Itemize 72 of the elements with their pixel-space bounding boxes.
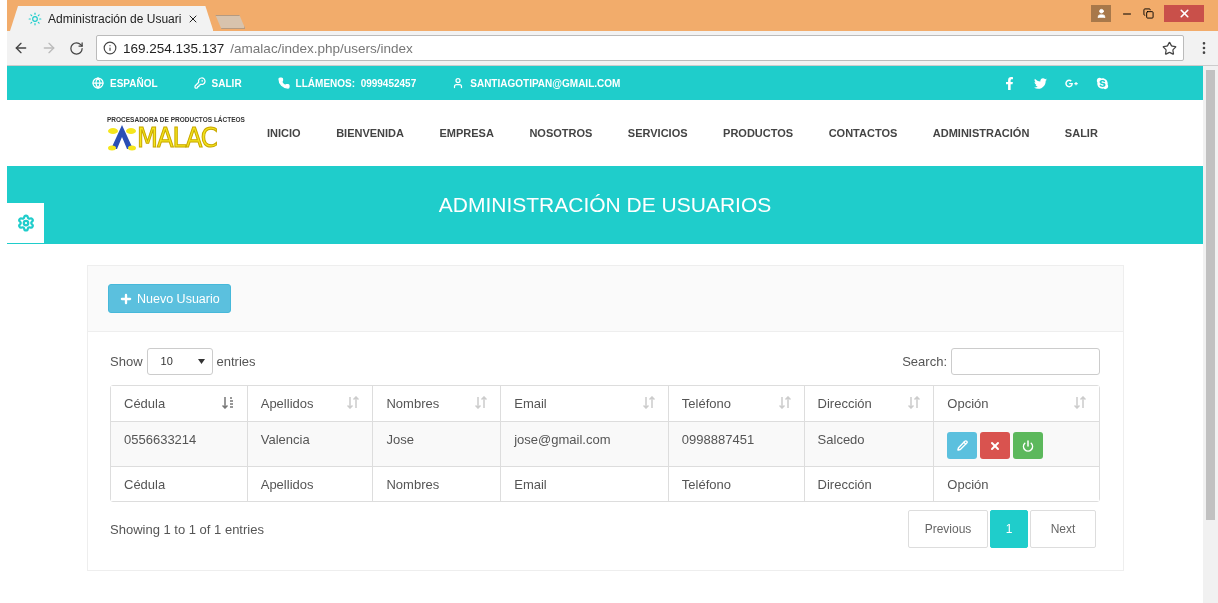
sort-icon [221, 396, 234, 409]
address-bar[interactable]: 169.254.135.137 /amalac/index.php/users/index [96, 35, 1184, 61]
table-cell: jose@gmail.com [514, 432, 611, 447]
table-cell: 0998887451 [681, 432, 755, 447]
sort-icon [347, 396, 360, 409]
sort-icon [1074, 396, 1086, 409]
settings-tab[interactable] [7, 203, 44, 243]
page-title: ADMINISTRACIÓN DE USUARIOS [438, 193, 772, 217]
restore-icon[interactable] [1143, 8, 1154, 19]
column-footer: Opción [947, 477, 989, 492]
previous-button[interactable]: Previous [908, 510, 988, 548]
column-footer: Cédula [124, 477, 166, 492]
column-header[interactable]: Cédula [111, 386, 247, 421]
settings-icon [16, 214, 35, 232]
close-icon [1177, 7, 1191, 20]
nav-link[interactable]: EMPRESA [439, 127, 494, 139]
table-cell: 0556633214 [124, 432, 197, 447]
skype-icon[interactable] [1096, 76, 1109, 90]
table-cell: Valencia [260, 432, 310, 447]
nav-link[interactable]: INICIO [267, 127, 301, 139]
power-icon [1022, 439, 1035, 452]
sort-icon [908, 396, 921, 409]
caret-icon [197, 358, 205, 364]
new-tab-button[interactable] [215, 15, 246, 29]
reload-icon[interactable] [69, 40, 84, 56]
entries-label: entries [216, 353, 256, 369]
person-icon [1095, 8, 1107, 19]
back-icon[interactable] [13, 40, 29, 56]
nav-link[interactable]: ADMINISTRACIÓN [932, 127, 1030, 139]
column-footer: Email [514, 477, 547, 492]
nav-link[interactable]: SERVICIOS [627, 127, 688, 139]
info-icon [103, 41, 117, 55]
table-info: Showing 1 to 1 of 1 entries [110, 521, 264, 537]
globe-icon [92, 77, 104, 89]
sort-icon [778, 396, 791, 409]
table-cell: Salcedo [817, 432, 865, 447]
cross-icon [989, 439, 1002, 452]
search-label: Search: [902, 353, 947, 369]
power-button[interactable] [1013, 432, 1044, 459]
column-footer: Apellidos [260, 477, 314, 492]
pencil-icon [956, 440, 968, 451]
edit-button[interactable] [947, 432, 978, 459]
nav-link[interactable]: NOSOTROS [529, 127, 593, 139]
plus-icon [119, 291, 133, 306]
browser-tab[interactable]: Administración de Usuari [10, 6, 214, 31]
nav-link[interactable]: SALIR [1064, 127, 1098, 139]
phone-icon [277, 77, 290, 89]
show-label: Show [110, 353, 143, 369]
delete-button[interactable] [980, 432, 1011, 459]
sort-icon [642, 396, 655, 409]
forward-icon[interactable] [41, 40, 57, 56]
facebook-icon[interactable] [1003, 76, 1016, 90]
next-button[interactable]: Next [1030, 510, 1096, 548]
nav-link[interactable]: PRODUCTOS [723, 127, 794, 139]
page-length-select[interactable]: 10 [146, 347, 213, 375]
window-close-button[interactable] [1164, 5, 1204, 22]
nav-link[interactable]: CONTACTOS [828, 127, 898, 139]
user-icon [452, 77, 465, 89]
profile-button[interactable] [1091, 5, 1111, 22]
key-icon [193, 77, 206, 89]
twitter-icon[interactable] [1034, 76, 1047, 90]
column-footer: Nombres [386, 477, 440, 492]
sort-icon [475, 396, 488, 409]
column-footer: Dirección [817, 477, 872, 492]
star-icon[interactable] [1162, 40, 1177, 56]
loading-icon [28, 11, 42, 26]
table-cell: Jose [386, 432, 414, 447]
column-footer: Teléfono [681, 477, 731, 492]
logo-text: MALAC [137, 123, 217, 151]
scrollbar[interactable] [1203, 66, 1218, 603]
search-field[interactable] [951, 347, 1100, 375]
nav-link[interactable]: BIENVENIDA [336, 127, 404, 139]
